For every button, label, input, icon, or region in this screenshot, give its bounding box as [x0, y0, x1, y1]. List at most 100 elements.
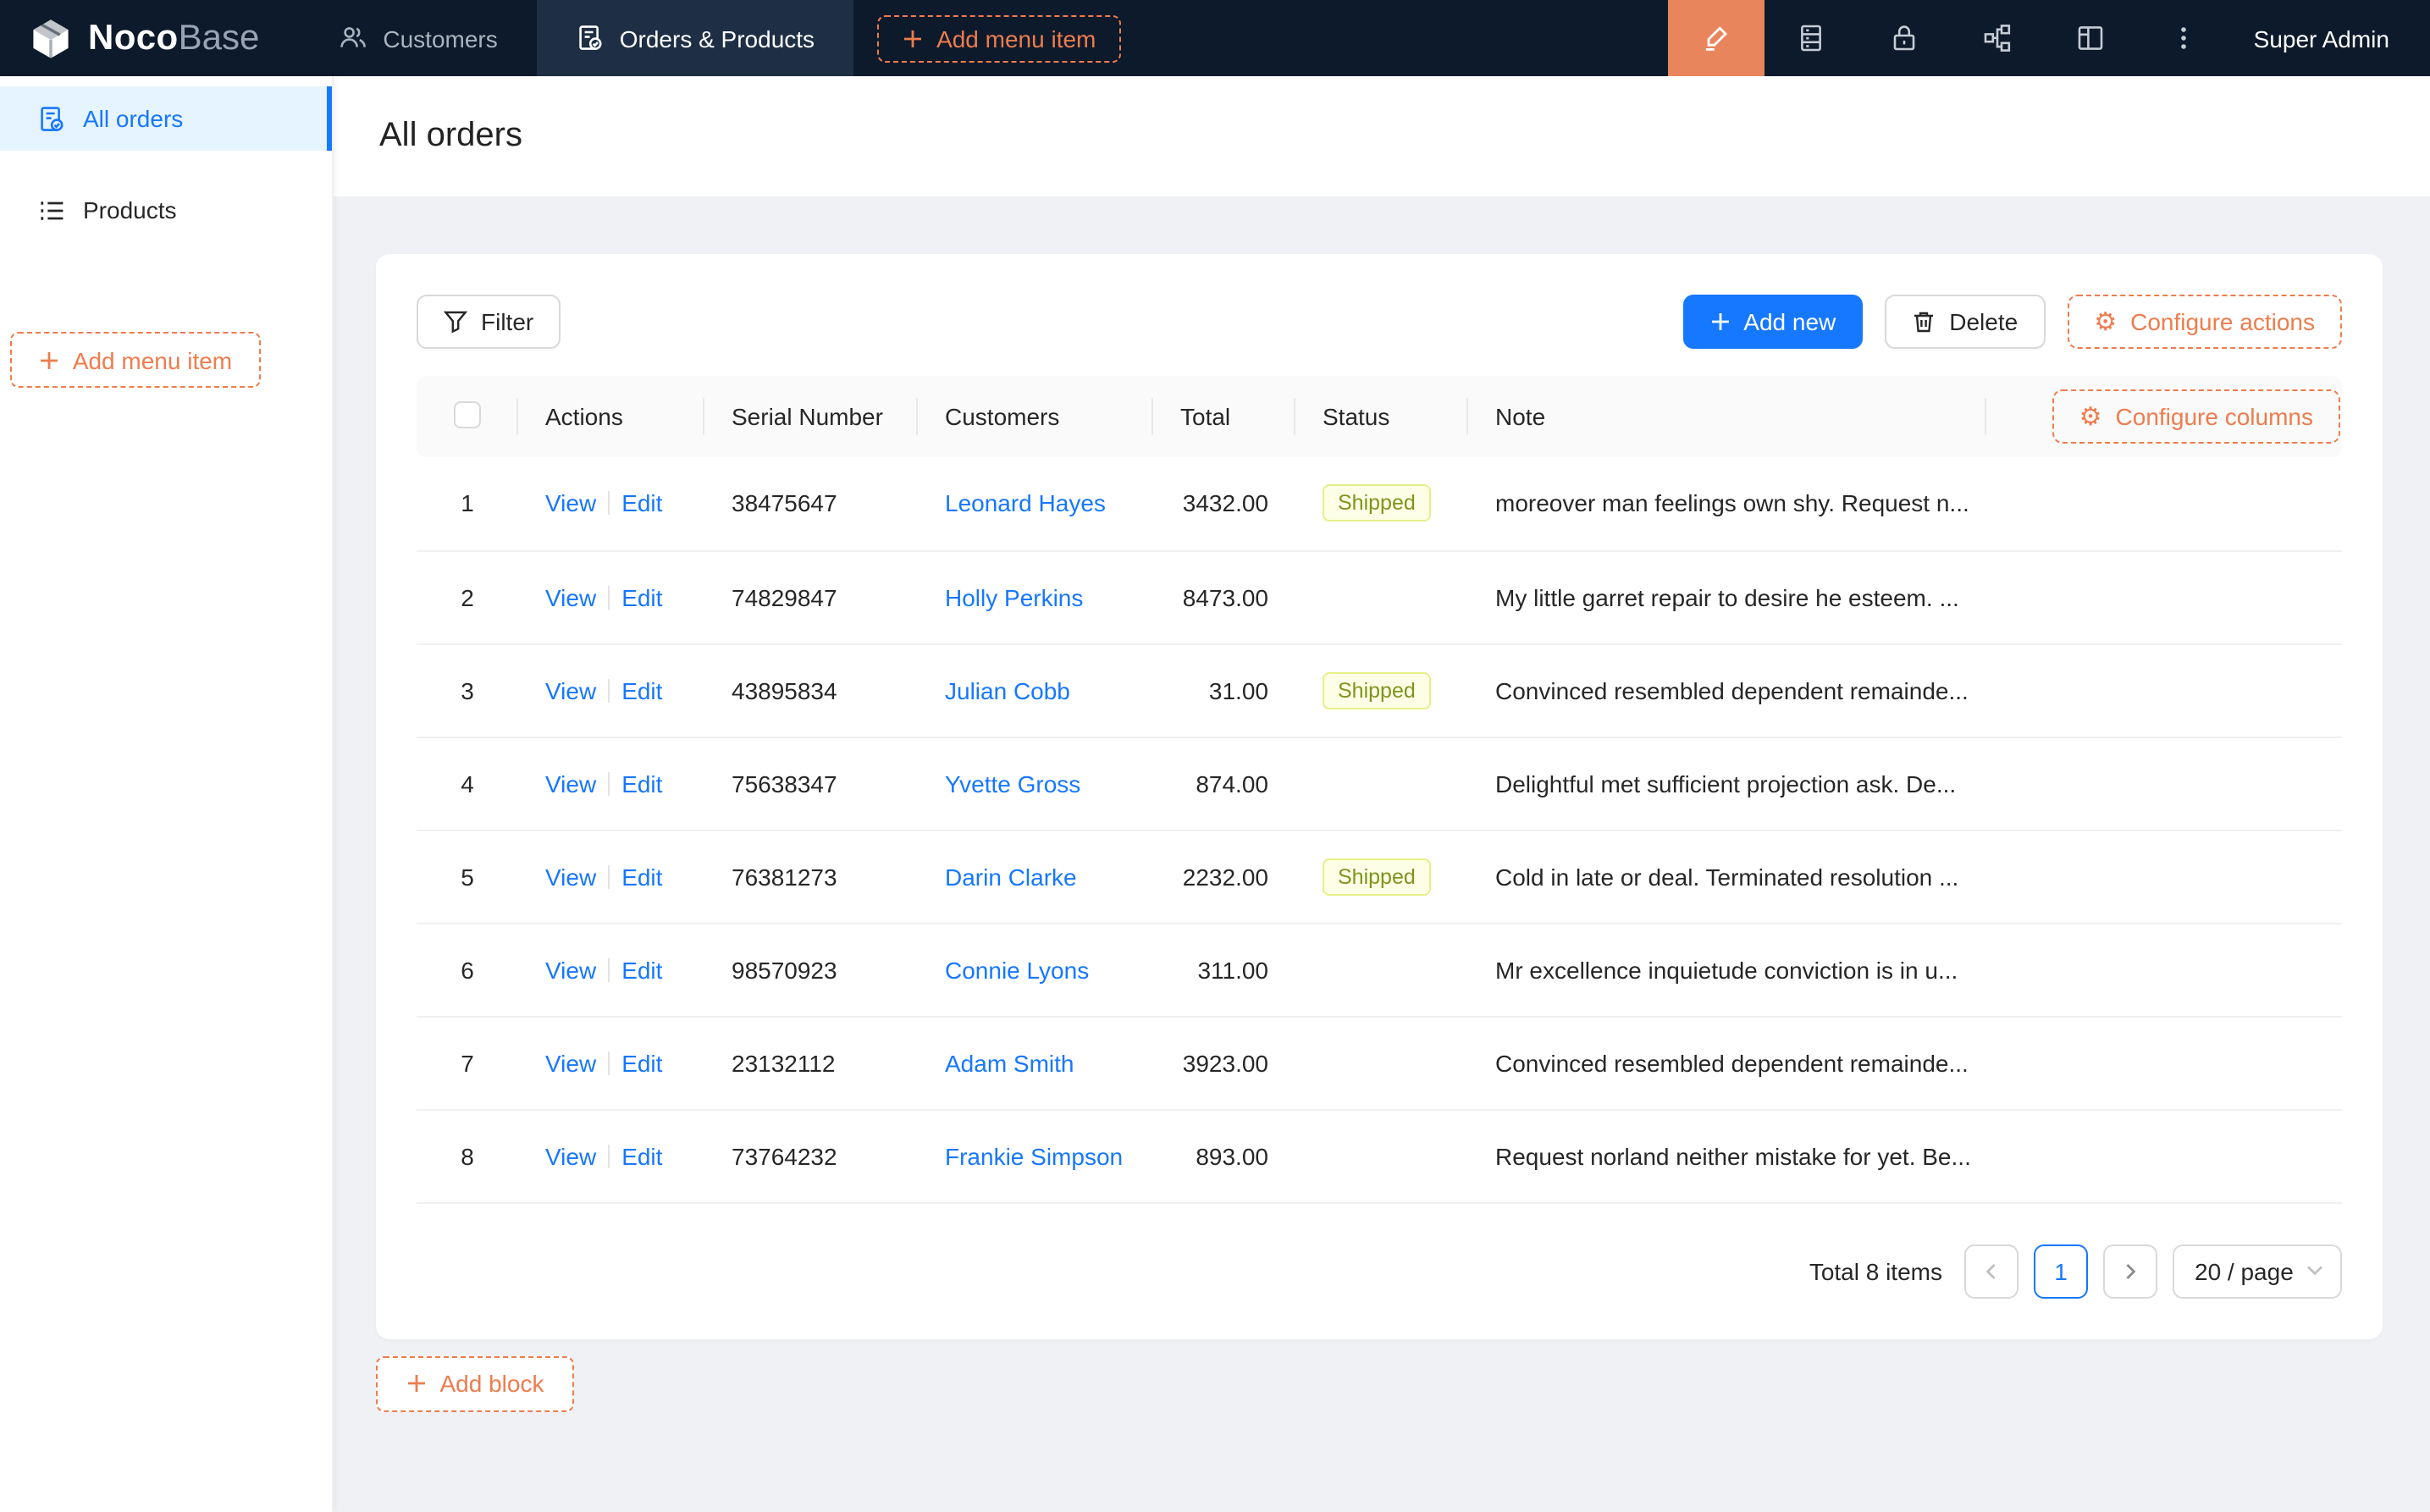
- view-link[interactable]: View: [545, 863, 596, 890]
- edit-link[interactable]: Edit: [621, 1049, 662, 1076]
- delete-button[interactable]: Delete: [1885, 295, 2045, 349]
- workflow-button[interactable]: [1951, 0, 2044, 76]
- tab-orders-products-label: Orders & Products: [620, 25, 815, 52]
- table-row[interactable]: 2 ViewEdit 74829847 Holly Perkins 8473.0…: [417, 550, 2342, 643]
- table-row[interactable]: 3 ViewEdit 43895834 Julian Cobb 31.00 Sh…: [417, 643, 2342, 737]
- total-cell: 3923.00: [1153, 1016, 1295, 1109]
- sidebar-add-menu-item-button[interactable]: Add menu item: [10, 332, 261, 388]
- status-badge: Shipped: [1323, 485, 1431, 522]
- serial-cell: 75638347: [704, 737, 918, 830]
- nocobase-logo[interactable]: NocoBase: [0, 0, 300, 76]
- view-link[interactable]: View: [545, 1142, 596, 1169]
- add-block-label: Add block: [440, 1370, 544, 1397]
- configure-columns-button[interactable]: ⚙ Configure columns: [2052, 389, 2340, 444]
- lock-icon: [1888, 22, 1920, 54]
- table-row[interactable]: 4 ViewEdit 75638347 Yvette Gross 874.00 …: [417, 737, 2342, 830]
- customer-link[interactable]: Julian Cobb: [945, 676, 1070, 704]
- topbar-add-menu-item-button[interactable]: Add menu item: [877, 14, 1121, 62]
- table-row[interactable]: 8 ViewEdit 73764232 Frankie Simpson 893.…: [417, 1109, 2342, 1202]
- main-area: All orders Filter Add new: [334, 76, 2430, 1512]
- serial-cell: 23132112: [704, 1016, 918, 1109]
- sidebar-item-all-orders[interactable]: All orders: [0, 86, 332, 151]
- row-index: 5: [417, 830, 518, 923]
- note-cell: Cold in late or deal. Terminated resolut…: [1468, 830, 1986, 923]
- table-row[interactable]: 5 ViewEdit 76381273 Darin Clarke 2232.00…: [417, 830, 2342, 923]
- edit-link[interactable]: Edit: [621, 863, 662, 890]
- logo-text-noco: Noco: [88, 18, 179, 58]
- tab-orders-products[interactable]: Orders & Products: [537, 0, 853, 76]
- note-cell: Request norland neither mistake for yet.…: [1468, 1109, 1986, 1202]
- edit-link[interactable]: Edit: [621, 490, 662, 517]
- pagination-next-button[interactable]: [2103, 1244, 2157, 1298]
- topbar-add-menu-item-label: Add menu item: [936, 25, 1096, 52]
- total-cell: 893.00: [1153, 1109, 1295, 1202]
- table-row[interactable]: 1 ViewEdit 38475647 Leonard Hayes 3432.0…: [417, 457, 2342, 550]
- topbar-right-section: Super Admin: [1668, 0, 2430, 76]
- chevron-right-icon: [2122, 1262, 2139, 1279]
- add-new-button[interactable]: Add new: [1682, 295, 1863, 349]
- view-link[interactable]: View: [545, 583, 596, 610]
- edit-link[interactable]: Edit: [621, 956, 662, 983]
- customer-link[interactable]: Frankie Simpson: [945, 1142, 1123, 1169]
- configure-actions-button[interactable]: ⚙ Configure actions: [2067, 295, 2342, 349]
- orders-table-block: Filter Add new Delete: [376, 254, 2383, 1338]
- action-divider: [608, 771, 610, 795]
- column-header-actions: Actions: [518, 376, 704, 457]
- toolbar-right-group: Add new Delete ⚙ Configure actions: [1682, 295, 2342, 349]
- view-link[interactable]: View: [545, 956, 596, 983]
- page-size-select[interactable]: 20 / page: [2173, 1244, 2342, 1298]
- customer-link[interactable]: Darin Clarke: [945, 863, 1077, 890]
- tab-customers-label: Customers: [383, 25, 497, 52]
- edit-link[interactable]: Edit: [621, 770, 662, 797]
- note-cell: Convinced resembled dependent remainde..…: [1468, 643, 1986, 737]
- edit-link[interactable]: Edit: [621, 676, 662, 704]
- view-link[interactable]: View: [545, 490, 596, 517]
- total-cell: 311.00: [1153, 923, 1295, 1016]
- gear-icon: ⚙: [2094, 309, 2117, 334]
- sidebar-item-products[interactable]: Products: [0, 178, 332, 242]
- tab-customers[interactable]: Customers: [300, 0, 536, 76]
- edit-link[interactable]: Edit: [621, 1142, 662, 1169]
- sidebar-item-label: Products: [83, 196, 177, 223]
- row-index: 3: [417, 643, 518, 737]
- select-all-checkbox[interactable]: [454, 400, 481, 428]
- view-link[interactable]: View: [545, 770, 596, 797]
- filter-button[interactable]: Filter: [417, 295, 561, 349]
- more-actions-button[interactable]: [2137, 0, 2230, 76]
- plus-icon: [903, 28, 923, 48]
- view-link[interactable]: View: [545, 1049, 596, 1076]
- ui-editor-button[interactable]: [1668, 0, 1765, 76]
- customer-link[interactable]: Holly Perkins: [945, 583, 1083, 610]
- note-cell: My little garret repair to desire he est…: [1468, 550, 1986, 643]
- collections-manager-button[interactable]: [1765, 0, 1858, 76]
- plugin-settings-button[interactable]: [2044, 0, 2137, 76]
- table-row[interactable]: 6 ViewEdit 98570923 Connie Lyons 311.00 …: [417, 923, 2342, 1016]
- trash-icon: [1912, 310, 1936, 334]
- customer-link[interactable]: Leonard Hayes: [945, 490, 1106, 517]
- page-content: Filter Add new Delete: [334, 196, 2430, 1512]
- user-menu[interactable]: Super Admin: [2230, 0, 2430, 76]
- add-new-button-label: Add new: [1743, 308, 1836, 335]
- logo-text-base: Base: [179, 18, 260, 58]
- customer-link[interactable]: Adam Smith: [945, 1049, 1074, 1076]
- filter-button-label: Filter: [481, 308, 533, 335]
- total-cell: 2232.00: [1153, 830, 1295, 923]
- pagination: Total 8 items 1 20 / page: [417, 1244, 2342, 1298]
- add-block-button[interactable]: Add block: [376, 1355, 574, 1411]
- table-row[interactable]: 7 ViewEdit 23132112 Adam Smith 3923.00 C…: [417, 1016, 2342, 1109]
- row-index: 4: [417, 737, 518, 830]
- view-link[interactable]: View: [545, 676, 596, 704]
- filter-funnel-icon: [444, 310, 467, 334]
- customer-link[interactable]: Yvette Gross: [945, 770, 1080, 797]
- edit-link[interactable]: Edit: [621, 583, 662, 610]
- row-index: 7: [417, 1016, 518, 1109]
- pagination-page-1[interactable]: 1: [2034, 1244, 2088, 1298]
- orders-doc-check-icon: [576, 24, 605, 52]
- plus-icon: [406, 1373, 427, 1393]
- access-control-button[interactable]: [1858, 0, 1951, 76]
- pagination-prev-button[interactable]: [1964, 1244, 2019, 1298]
- customer-link[interactable]: Connie Lyons: [945, 956, 1089, 983]
- plus-icon: [1709, 312, 1730, 332]
- highlighter-icon: [1700, 22, 1732, 54]
- note-cell: Delightful met sufficient projection ask…: [1468, 737, 1986, 830]
